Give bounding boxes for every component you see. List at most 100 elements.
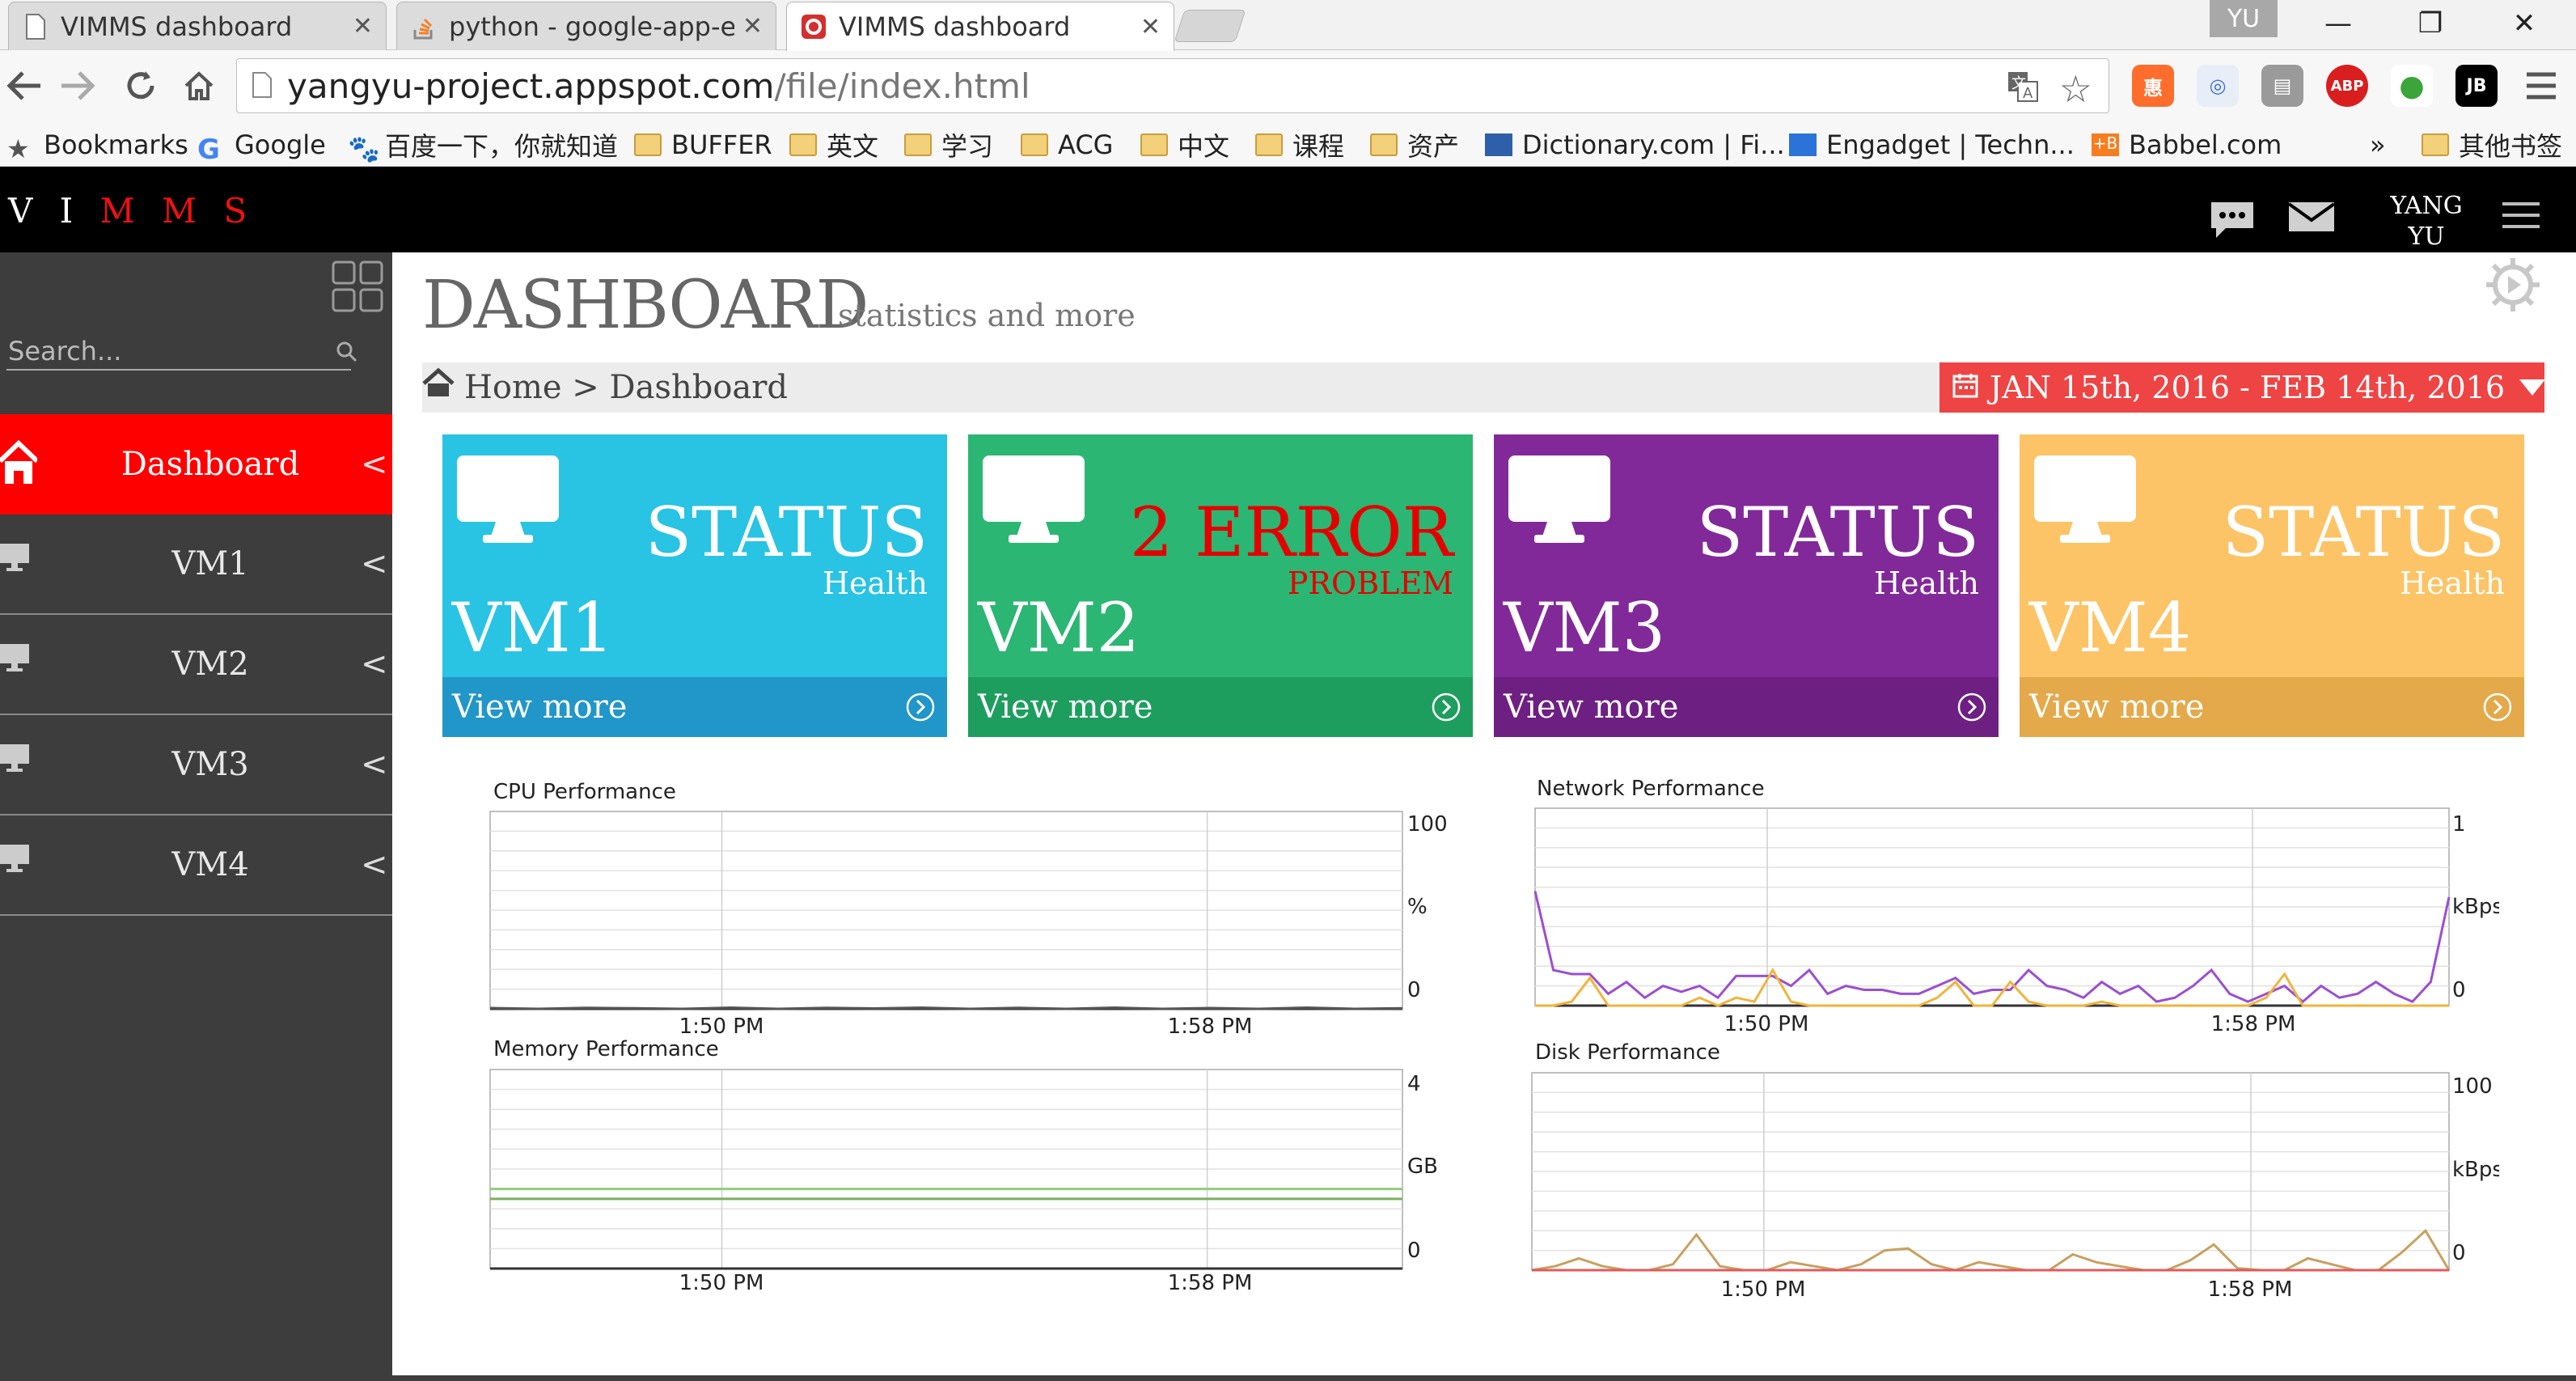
window-close-icon[interactable]: ✕ xyxy=(2496,5,2553,42)
close-icon[interactable]: ✕ xyxy=(1140,13,1161,41)
y-axis-min-label: 0 xyxy=(1407,978,1421,1002)
breadcrumb-text[interactable]: Home > Dashboard xyxy=(464,369,788,406)
search-icon[interactable] xyxy=(335,340,357,366)
baidu-icon: 🐾 xyxy=(348,133,380,164)
sidebar-item-vm3[interactable]: VM3 < xyxy=(0,715,392,815)
star-icon: ★ xyxy=(6,133,30,164)
bookmark-folder[interactable]: 英文 xyxy=(789,126,878,163)
date-range-text: JAN 15th, 2016 - FEB 14th, 2016 xyxy=(1990,370,2506,405)
bookmark-folder[interactable]: 资产 xyxy=(1370,126,1459,163)
tab-title: VIMMS dashboard xyxy=(61,11,293,42)
bookmarks-star[interactable]: ★ Bookmarks xyxy=(6,126,188,164)
profile-badge[interactable]: YU xyxy=(2210,0,2278,37)
adblock-icon[interactable]: ABP xyxy=(2326,65,2368,107)
network-performance-chart: Network Performance 1 kBps 0 1:50 PM 1:5… xyxy=(1529,777,2503,1047)
google-icon: G xyxy=(197,133,220,166)
bookmark-item[interactable]: Dictionary.com | Fi... xyxy=(1485,126,1785,163)
hamburger-menu-icon[interactable] xyxy=(2501,199,2541,235)
card-vm-name: VM3 xyxy=(1504,588,1666,667)
minimize-icon[interactable]: — xyxy=(2310,5,2367,42)
chevron-left-icon: < xyxy=(361,446,388,483)
translate-icon[interactable]: 文A xyxy=(2007,70,2039,111)
x-axis-tick-label: 1:50 PM xyxy=(679,1271,764,1295)
plot-area xyxy=(489,1069,1403,1270)
card-problem-sub: PROBLEM xyxy=(1287,566,1453,601)
sidebar-item-vm4[interactable]: VM4 < xyxy=(0,815,392,916)
view-more-link[interactable]: View more xyxy=(2020,677,2524,737)
restore-icon[interactable]: ❐ xyxy=(2402,5,2459,42)
x-axis-tick-label: 1:58 PM xyxy=(2211,1012,2296,1036)
bookmark-star-icon[interactable]: ☆ xyxy=(2059,67,2092,111)
bookmark-folder[interactable]: 学习 xyxy=(904,126,993,163)
vm-status-card: STATUS Health VM4 View more xyxy=(2020,434,2524,737)
cpu-performance-chart: CPU Performance 100 % 0 1:50 PM 1:58 PM xyxy=(485,777,1456,1047)
view-more-link[interactable]: View more xyxy=(968,677,1473,737)
card-status-label: STATUS xyxy=(2222,493,2505,572)
bookmarks-overflow-button[interactable]: » xyxy=(2370,126,2386,163)
bookmark-folder[interactable]: 中文 xyxy=(1140,126,1229,163)
app-header: V I M M S YANG YU xyxy=(0,167,2576,252)
address-bar[interactable]: yangyu-project.appspot.com/file/index.ht… xyxy=(236,58,2109,113)
bookmark-folder[interactable]: BUFFER xyxy=(634,126,772,163)
caret-down-icon xyxy=(2519,379,2546,396)
brand-logo[interactable]: V I M M S xyxy=(8,191,255,231)
forward-icon[interactable] xyxy=(53,61,102,110)
disk-performance-chart: Disk Performance 100 kBps 0 1:50 PM 1:58… xyxy=(1529,1039,2503,1309)
sidebar-item-dashboard[interactable]: Dashboard < xyxy=(0,414,392,515)
sidebar-search xyxy=(6,333,357,371)
settings-gear-icon[interactable] xyxy=(2483,255,2543,318)
bookmark-item[interactable]: Engadget | Techn... xyxy=(1789,126,2075,163)
bookmark-folder[interactable]: ACG xyxy=(1021,126,1113,163)
engadget-icon xyxy=(1789,133,1817,156)
back-icon[interactable] xyxy=(0,61,49,110)
page-title: DASHBOARD xyxy=(422,267,869,344)
folder-icon xyxy=(1140,133,1168,156)
home-icon[interactable] xyxy=(422,367,455,403)
chat-icon[interactable] xyxy=(2208,199,2257,244)
reload-icon[interactable] xyxy=(116,61,165,110)
new-tab-button[interactable] xyxy=(1174,10,1246,42)
view-more-link[interactable]: View more xyxy=(442,677,947,737)
close-icon[interactable]: ✕ xyxy=(353,12,373,40)
jetbrains-icon[interactable]: JB xyxy=(2455,65,2498,107)
sidebar-item-vm1[interactable]: VM1 < xyxy=(0,515,392,615)
card-vm-name: VM4 xyxy=(2029,588,2192,667)
date-range-picker[interactable]: JAN 15th, 2016 - FEB 14th, 2016 xyxy=(1939,362,2546,413)
x-axis-tick-label: 1:50 PM xyxy=(1721,1277,1806,1302)
url-path: /file/index.html xyxy=(774,66,1030,106)
other-bookmarks-folder[interactable]: 其他书签 xyxy=(2422,126,2562,163)
browser-tab-active[interactable]: VIMMS dashboard ✕ xyxy=(786,2,1174,51)
memory-chart-plot: 4 GB 0 1:50 PM 1:58 PM xyxy=(489,1069,1438,1295)
disk-chart-plot: 100 kBps 0 1:50 PM 1:58 PM xyxy=(1531,1072,2503,1302)
y-axis-max-label: 100 xyxy=(2452,1074,2493,1099)
close-icon[interactable]: ✕ xyxy=(742,12,763,40)
home-icon[interactable] xyxy=(175,61,223,110)
extension-icon[interactable]: ◎ xyxy=(2197,65,2239,107)
app-favicon-icon xyxy=(800,13,827,40)
monitor-icon xyxy=(981,454,1086,548)
wechat-icon[interactable]: ● xyxy=(2391,65,2433,107)
y-axis-min-label: 0 xyxy=(2452,1241,2466,1265)
browser-tab[interactable]: python - google-app-en ✕ xyxy=(396,2,776,50)
view-more-link[interactable]: View more xyxy=(1494,677,1999,737)
bottom-edge xyxy=(0,1375,2576,1381)
plot-area xyxy=(489,811,1403,1010)
mail-icon[interactable] xyxy=(2287,201,2336,236)
menu-icon[interactable] xyxy=(2517,61,2565,110)
user-name[interactable]: YANG YU xyxy=(2378,191,2475,252)
bookmark-item[interactable]: G Google xyxy=(197,126,326,166)
dictionary-icon xyxy=(1485,133,1512,156)
bookmark-item[interactable]: 🐾 百度一下，你就知道 xyxy=(348,126,618,164)
browser-tab[interactable]: VIMMS dashboard ✕ xyxy=(8,2,387,50)
bookmark-item[interactable]: +B Babbel.com xyxy=(2092,126,2282,163)
extension-icon[interactable]: 惠 xyxy=(2132,65,2174,107)
grid-layout-icon[interactable] xyxy=(332,261,383,312)
page-icon xyxy=(252,66,273,106)
sidebar-item-vm2[interactable]: VM2 < xyxy=(0,615,392,715)
tab-title: VIMMS dashboard xyxy=(839,11,1071,42)
extension-icon[interactable]: ▤ xyxy=(2261,65,2303,107)
chevron-left-icon: < xyxy=(361,646,388,683)
search-input[interactable] xyxy=(6,333,322,369)
bookmark-folder[interactable]: 课程 xyxy=(1255,126,1344,163)
folder-icon xyxy=(1370,133,1398,156)
